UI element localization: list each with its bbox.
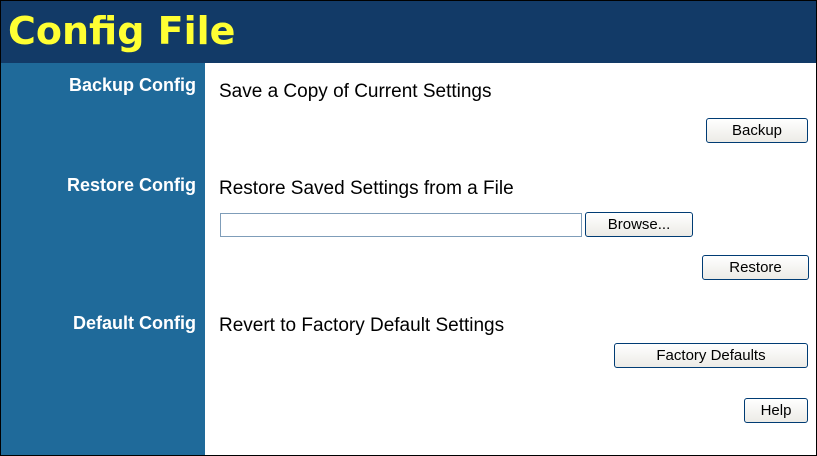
backup-description: Save a Copy of Current Settings — [219, 81, 492, 102]
factory-defaults-button[interactable]: Factory Defaults — [614, 343, 808, 368]
browse-button[interactable]: Browse... — [585, 212, 693, 237]
default-config-label: Default Config — [73, 313, 196, 333]
restore-description: Restore Saved Settings from a File — [219, 178, 514, 199]
config-file-panel: Config File Backup Config Restore Config… — [0, 0, 817, 456]
backup-button[interactable]: Backup — [706, 118, 808, 143]
default-description: Revert to Factory Default Settings — [219, 315, 505, 336]
restore-config-label: Restore Config — [66, 175, 196, 195]
help-button[interactable]: Help — [744, 398, 808, 423]
page-title: Config File — [8, 9, 236, 53]
restore-button[interactable]: Restore — [702, 255, 809, 280]
sidebar: Backup Config Restore Config Default Con… — [1, 63, 205, 455]
restore-file-input[interactable] — [220, 213, 582, 237]
backup-config-label: Backup Config — [68, 75, 196, 95]
page-header: Config File — [1, 1, 816, 63]
